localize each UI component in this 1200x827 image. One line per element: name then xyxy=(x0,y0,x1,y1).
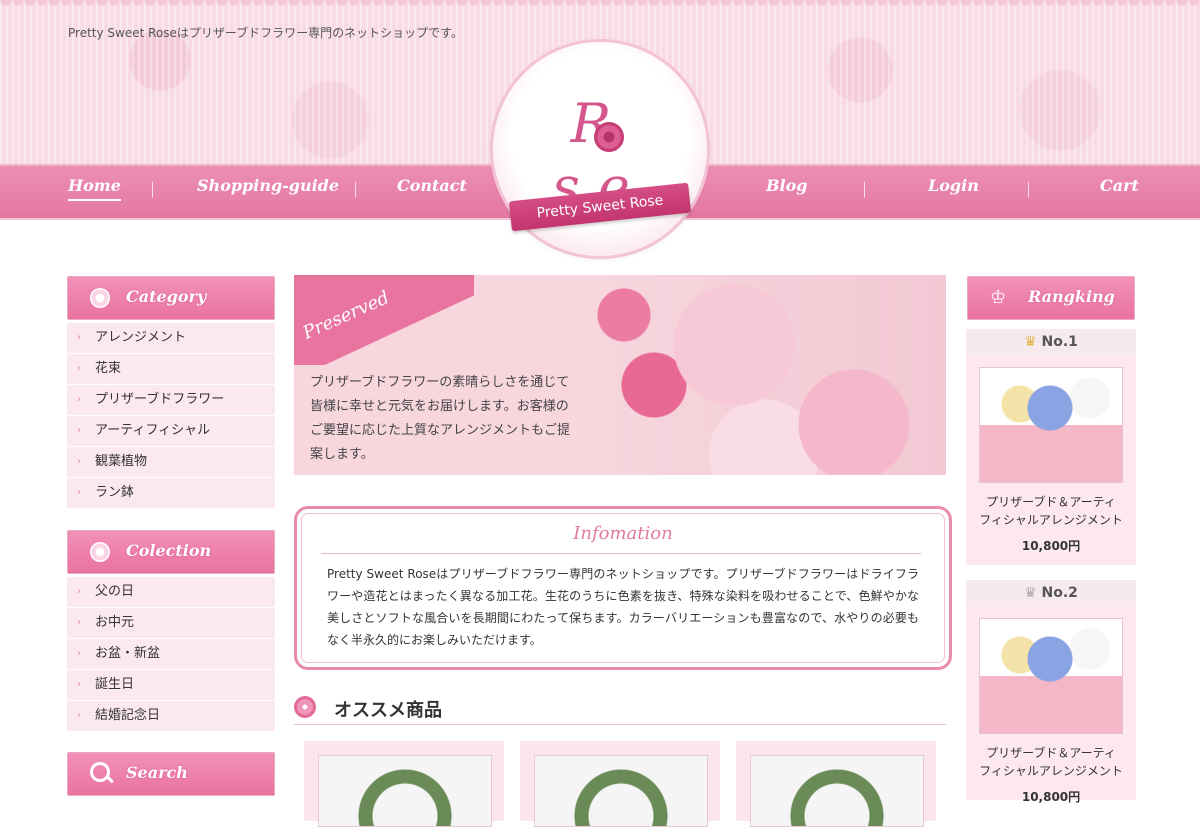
product-card[interactable] xyxy=(520,741,720,827)
chevron-right-icon: › xyxy=(77,487,81,498)
category-item[interactable]: › ラン鉢 xyxy=(67,478,275,509)
chevron-right-icon: › xyxy=(77,586,81,597)
search-icon xyxy=(90,762,110,782)
divider xyxy=(321,553,921,554)
rose-icon xyxy=(294,696,316,718)
recommend-title: オススメ商品 xyxy=(334,700,442,721)
ranking-price: 10,800円 xyxy=(1021,790,1081,804)
nav-divider xyxy=(864,182,865,198)
crown-icon: ♔ xyxy=(990,287,1007,308)
hero-text: プリザーブドフラワーの素晴らしさを通じて皆様に幸せと元気をお届けします。お客様の… xyxy=(310,375,571,462)
chevron-right-icon: › xyxy=(77,617,81,628)
nav-shopping-guide[interactable]: Shopping-guide xyxy=(197,176,339,195)
category-title: Category xyxy=(126,287,207,306)
product-image[interactable] xyxy=(534,755,708,827)
ranking-image[interactable] xyxy=(979,367,1123,483)
chevron-right-icon: › xyxy=(77,332,81,343)
silver-crown-icon: ♛ xyxy=(1024,585,1037,601)
category-item[interactable]: › 観葉植物 xyxy=(67,447,275,478)
search-icon-wrap xyxy=(90,762,110,782)
product-image[interactable] xyxy=(750,755,924,827)
lace-border xyxy=(0,0,1200,12)
colection-title: Colection xyxy=(126,541,212,560)
flower-icon xyxy=(90,542,110,562)
information-body: Pretty Sweet Roseはプリザーブドフラワー専門のネットショップです… xyxy=(327,567,919,647)
ranking-item[interactable]: ♛ No.1 プリザーブド＆アーティ フィシャルアレンジメント 10,800円 xyxy=(966,329,1136,565)
colection-header: Colection xyxy=(67,530,275,574)
nav-blog[interactable]: Blog xyxy=(766,176,807,195)
search-title: Search xyxy=(126,763,188,782)
site-tagline: Pretty Sweet Roseはプリザーブドフラワー専門のネットショップです… xyxy=(68,26,463,40)
flower-icon xyxy=(90,288,110,308)
ranking-product-name[interactable]: プリザーブド＆アーティ フィシャルアレンジメント xyxy=(966,493,1136,529)
category-header: Category xyxy=(67,276,275,320)
chevron-right-icon: › xyxy=(77,394,81,405)
category-item[interactable]: › プリザーブドフラワー xyxy=(67,385,275,416)
colection-list: › 父の日 › お中元 › お盆・新盆 › 誕生日 › 結婚記念日 xyxy=(67,577,275,732)
rose-icon xyxy=(594,122,624,152)
gold-crown-icon: ♛ xyxy=(1024,334,1037,350)
information-box: Infomation Pretty Sweet Roseはプリザーブドフラワー専… xyxy=(294,506,952,670)
ranking-price: 10,800円 xyxy=(1021,539,1081,553)
ranking-item[interactable]: ♛ No.2 プリザーブド＆アーティ フィシャルアレンジメント 10,800円 xyxy=(966,580,1136,804)
nav-divider xyxy=(355,182,356,198)
chevron-right-icon: › xyxy=(77,456,81,467)
recommend-header: オススメ商品 xyxy=(294,694,946,725)
search-header[interactable]: Search xyxy=(67,752,275,796)
colection-item[interactable]: › 父の日 xyxy=(67,577,275,608)
nav-home[interactable]: Home xyxy=(68,176,121,201)
product-card[interactable] xyxy=(736,741,936,827)
hero-banner[interactable]: Preserved プリザーブドフラワーの素晴らしさを通じて皆様に幸せと元気をお… xyxy=(294,275,946,475)
colection-item[interactable]: › お中元 xyxy=(67,608,275,639)
ranking-header: ♔ Rangking xyxy=(967,276,1135,320)
ranking-image[interactable] xyxy=(979,618,1123,734)
colection-item[interactable]: › 結婚記念日 xyxy=(67,701,275,732)
rank-number: ♛ No.2 xyxy=(966,580,1136,606)
product-card[interactable] xyxy=(304,741,504,827)
nav-cart[interactable]: Cart xyxy=(1100,176,1139,195)
category-list: › アレンジメント › 花束 › プリザーブドフラワー › アーティフィシャル › 観葉植… xyxy=(67,323,275,509)
chevron-right-icon: › xyxy=(77,363,81,374)
nav-divider xyxy=(152,182,153,198)
nav-contact[interactable]: Contact xyxy=(397,176,467,195)
nav-divider xyxy=(1028,182,1029,198)
colection-item[interactable]: › 誕生日 xyxy=(67,670,275,701)
category-item[interactable]: › アレンジメント xyxy=(67,323,275,354)
category-item[interactable]: › アーティフィシャル xyxy=(67,416,275,447)
chevron-right-icon: › xyxy=(77,710,81,721)
chevron-right-icon: › xyxy=(77,425,81,436)
information-title: Infomation xyxy=(573,523,673,544)
ranking-title: Rangking xyxy=(1028,287,1115,306)
category-item[interactable]: › 花束 xyxy=(67,354,275,385)
chevron-right-icon: › xyxy=(77,648,81,659)
ranking-product-name[interactable]: プリザーブド＆アーティ フィシャルアレンジメント xyxy=(966,744,1136,780)
chevron-right-icon: › xyxy=(77,679,81,690)
product-image[interactable] xyxy=(318,755,492,827)
colection-item[interactable]: › お盆・新盆 xyxy=(67,639,275,670)
rank-number: ♛ No.1 xyxy=(966,329,1136,355)
nav-login[interactable]: Login xyxy=(928,176,979,195)
